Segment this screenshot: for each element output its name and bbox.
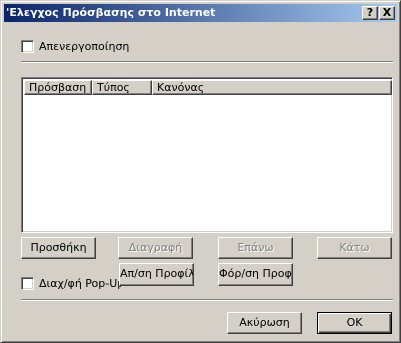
disable-checkbox-row[interactable]: Απενεργοποίηση	[21, 40, 129, 53]
rules-list-header: Πρόσβαση Τύπος Κανόνας	[24, 80, 392, 95]
popup-checkbox-label: Διαχ/φή Pop-Up	[39, 277, 121, 290]
separator-bottom	[21, 299, 393, 301]
help-button[interactable]: ?	[362, 6, 378, 20]
column-rule[interactable]: Κανόνας	[152, 80, 392, 95]
rules-listview[interactable]: Πρόσβαση Τύπος Κανόνας	[21, 77, 393, 233]
column-type[interactable]: Τύπος	[92, 80, 152, 95]
title-bar[interactable]: 'Ελεγχος Πρόσβασης στο Internet ? X	[4, 4, 397, 22]
disable-checkbox-label: Απενεργοποίηση	[39, 40, 130, 53]
popup-checkbox-row[interactable]: Διαχ/φή Pop-Up	[21, 277, 121, 290]
move-down-button[interactable]: Κάτω	[317, 237, 392, 259]
disable-checkbox[interactable]	[21, 40, 34, 53]
window-title: 'Ελεγχος Πρόσβασης στο Internet	[6, 6, 216, 19]
add-button[interactable]: Προσθήκη	[21, 237, 96, 259]
save-profile-button[interactable]: Απ/ση Προφίλ	[119, 263, 194, 286]
ok-button[interactable]: OK	[317, 312, 392, 334]
load-profile-button[interactable]: Φόρ/ση Προφίλ	[218, 263, 293, 286]
delete-button[interactable]: Διαγραφή	[118, 237, 193, 259]
dialog-window: 'Ελεγχος Πρόσβασης στο Internet ? X Απεν…	[0, 0, 401, 343]
separator-top	[21, 61, 393, 63]
move-up-button[interactable]: Επάνω	[218, 237, 293, 259]
popup-checkbox[interactable]	[21, 277, 34, 290]
cancel-button[interactable]: Ακύρωση	[227, 312, 302, 334]
close-button[interactable]: X	[379, 6, 395, 20]
column-access[interactable]: Πρόσβαση	[24, 80, 92, 95]
